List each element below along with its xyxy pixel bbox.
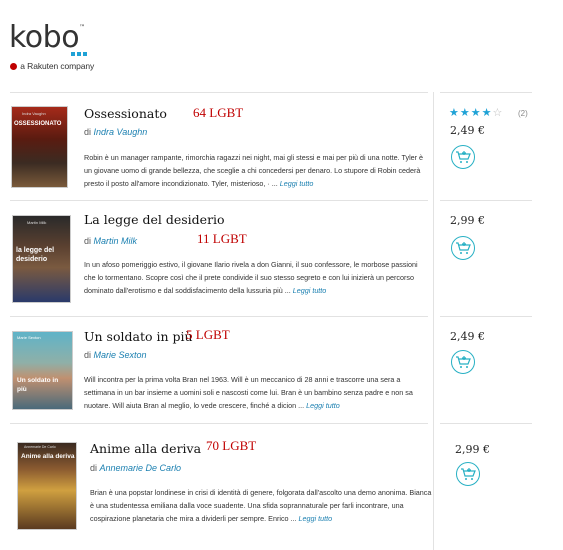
cover-title: Un soldato in più (17, 377, 59, 393)
add-to-cart-button[interactable] (451, 236, 475, 260)
star-icon: ★ (449, 107, 460, 119)
cover-author: Indra Vaughn (22, 111, 46, 116)
add-to-cart-button[interactable] (456, 462, 480, 486)
cover-title: Anime alla deriva (21, 453, 75, 460)
add-to-cart-icon (456, 356, 471, 368)
book-author: di Marie Sexton (84, 350, 147, 360)
divider (10, 423, 428, 424)
divider (440, 316, 532, 317)
divider (440, 92, 532, 93)
book-description: Will incontra per la prima volta Bran ne… (84, 375, 413, 410)
lgbt-note: 11 LGBT (197, 231, 247, 246)
cover-title: la legge del desiderio (16, 247, 55, 263)
add-to-cart-icon (461, 468, 476, 480)
book-title[interactable]: Anime alla deriva (90, 441, 201, 456)
book-title[interactable]: Un soldato in più (84, 329, 193, 344)
logo-wordmark: kobo™ (9, 20, 85, 55)
star-icon: ★ (459, 107, 471, 119)
logo-dots (71, 43, 89, 61)
divider (10, 92, 428, 93)
rakuten-r-icon (10, 63, 17, 70)
book-description: In un afoso pomeriggio estivo, il giovan… (84, 260, 418, 295)
read-more-link[interactable]: Leggi tutto (299, 514, 333, 523)
author-link[interactable]: Annemarie De Carlo (100, 463, 182, 473)
book-title[interactable]: Ossessionato (84, 106, 167, 121)
book-author: di Annemarie De Carlo (90, 463, 182, 473)
read-more-link[interactable]: Leggi tutto (293, 286, 327, 295)
add-to-cart-button[interactable] (451, 145, 475, 169)
book-price: 2,99 € (450, 214, 485, 227)
star-icon: ★ (470, 107, 482, 119)
divider (440, 423, 532, 424)
column-divider (433, 92, 434, 550)
read-more-link[interactable]: Leggi tutto (306, 401, 340, 410)
divider (10, 316, 428, 317)
book-cover[interactable]: OSSESSIONATO Indra Vaughn (11, 106, 68, 188)
book-description: Robin è un manager rampante, rimorchia r… (84, 153, 424, 188)
star-empty-icon: ☆ (492, 107, 504, 119)
lgbt-note: 64 LGBT (193, 105, 244, 120)
author-link[interactable]: Indra Vaughn (94, 127, 148, 137)
logo-tagline: a Rakuten company (9, 61, 109, 71)
add-to-cart-icon (456, 151, 471, 163)
add-to-cart-button[interactable] (451, 350, 475, 374)
add-to-cart-icon (456, 242, 471, 254)
book-author: di Martin Milk (84, 236, 138, 246)
lgbt-note: 5 LGBT (186, 327, 230, 342)
book-author: di Indra Vaughn (84, 127, 148, 137)
book-price: 2,49 € (450, 124, 485, 137)
rating-stars: ★★★★☆ (449, 106, 503, 119)
divider (440, 200, 532, 201)
cover-title: OSSESSIONATO (14, 121, 62, 127)
lgbt-note: 70 LGBT (206, 438, 257, 453)
book-cover[interactable]: Anime alla deriva Annemarie De Carlo (17, 442, 77, 530)
book-title[interactable]: La legge del desiderio (84, 212, 225, 227)
book-price: 2,49 € (450, 330, 485, 343)
rating-count: (2) (518, 109, 528, 118)
author-link[interactable]: Marie Sexton (94, 350, 147, 360)
cover-author: Annemarie De Carlo (24, 445, 56, 449)
book-description: Brian è una popstar londinese in crisi d… (90, 488, 432, 523)
book-price: 2,99 € (455, 443, 490, 456)
kobo-logo[interactable]: kobo™ a Rakuten company (9, 13, 109, 72)
book-cover[interactable]: la legge del desiderio Martin Milk (12, 215, 71, 303)
book-cover[interactable]: Un soldato in più Marie Sexton (12, 331, 73, 410)
read-more-link[interactable]: Leggi tutto (280, 179, 314, 188)
cover-author: Martin Milk (27, 220, 47, 225)
author-link[interactable]: Martin Milk (94, 236, 138, 246)
cover-author: Marie Sexton (17, 335, 41, 340)
star-icon: ★ (481, 107, 493, 119)
divider (10, 200, 428, 201)
